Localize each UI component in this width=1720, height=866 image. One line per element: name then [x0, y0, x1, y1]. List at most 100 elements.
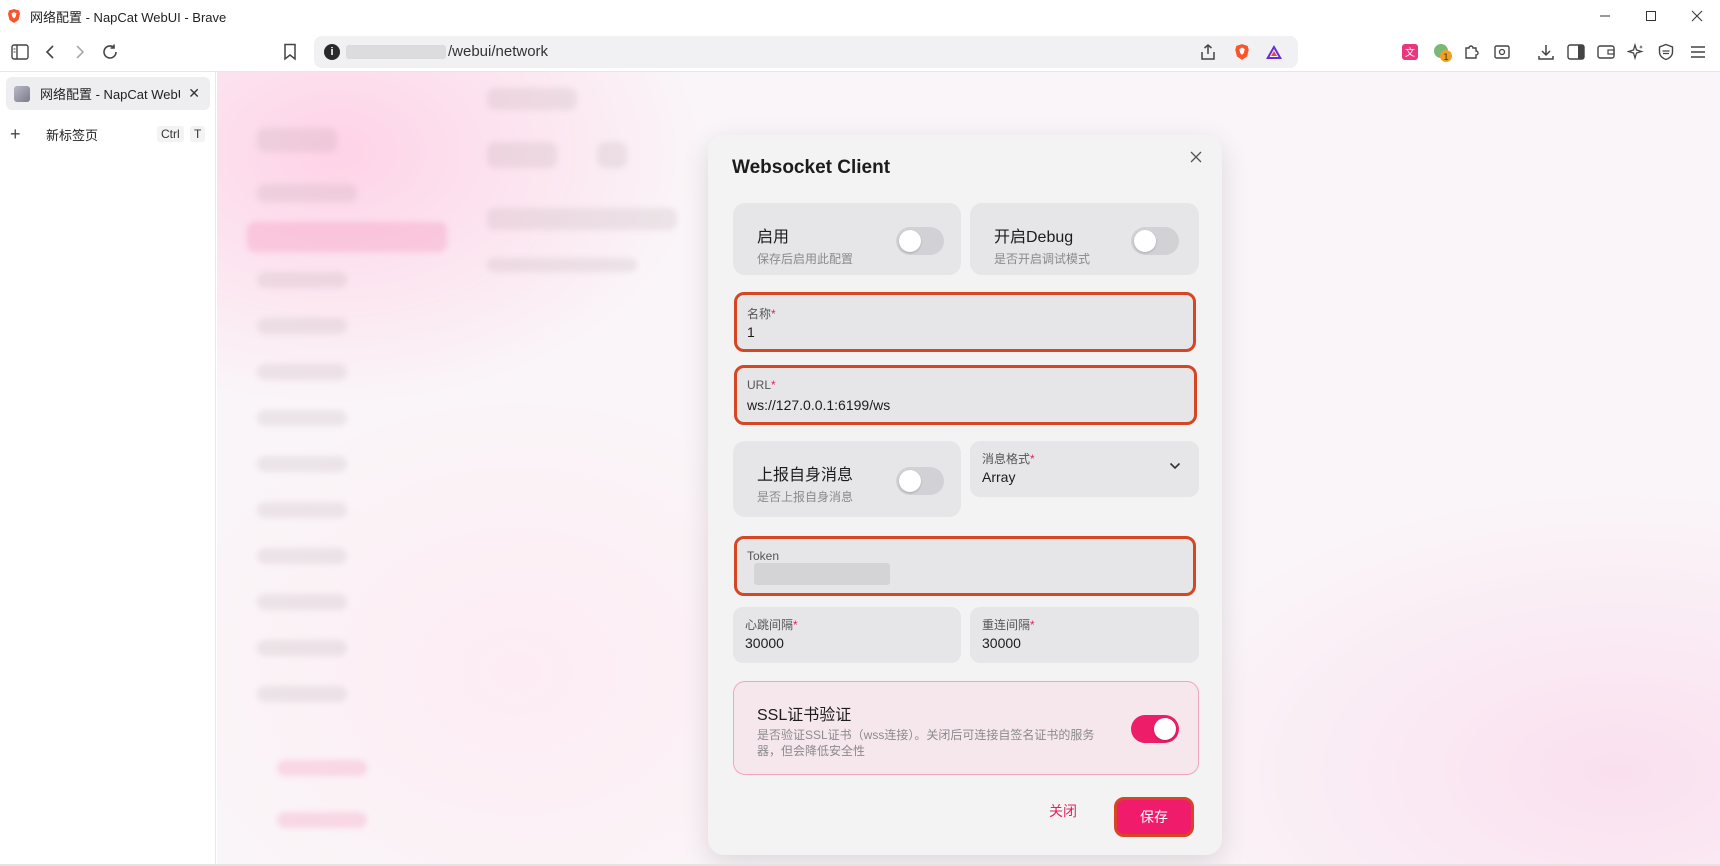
address-bar[interactable]: i /webui/network — [314, 36, 1298, 68]
token-field[interactable]: Token — [734, 536, 1196, 596]
debug-label: 开启Debug — [994, 229, 1074, 246]
reconnect-value: 30000 — [982, 635, 1021, 651]
tab-title: 网络配置 - NapCat WebUI — [40, 87, 180, 102]
heartbeat-label: 心跳间隔* — [745, 618, 798, 632]
message-format-select[interactable]: 消息格式* Array — [970, 441, 1199, 497]
tab-napcat-webui[interactable]: 网络配置 - NapCat WebUI ✕ — [6, 77, 210, 110]
debug-card: 开启Debug 是否开启调试模式 — [970, 203, 1199, 275]
downloads-button[interactable] — [1534, 40, 1558, 64]
panel-icon — [1567, 44, 1585, 60]
rewards-triangle-icon — [1266, 45, 1282, 59]
debug-desc: 是否开启调试模式 — [994, 252, 1091, 266]
bookmark-button[interactable] — [278, 40, 302, 64]
message-format-value: Array — [982, 469, 1016, 485]
name-field[interactable]: 名称* 1 — [734, 292, 1196, 352]
reload-icon — [103, 44, 117, 59]
ghost-nav-5 — [257, 410, 347, 426]
brave-logo-icon — [8, 9, 20, 23]
back-button[interactable] — [38, 40, 62, 64]
enable-card: 启用 保存后启用此配置 — [733, 203, 961, 275]
report-self-toggle[interactable] — [896, 467, 944, 495]
share-icon — [1201, 44, 1215, 60]
cancel-button[interactable]: 关闭 — [1038, 795, 1088, 827]
reader-mode-button[interactable] — [1490, 40, 1514, 64]
heartbeat-value: 30000 — [745, 635, 784, 651]
ghost-nav-6 — [257, 456, 347, 472]
extension-badge-count: 1 — [1443, 53, 1449, 62]
ghost-nav-8 — [257, 548, 347, 564]
debug-toggle[interactable] — [1131, 227, 1179, 255]
main-menu-button[interactable] — [1686, 40, 1710, 64]
ghost-nav-13 — [277, 812, 367, 828]
ssl-label: SSL证书验证 — [757, 707, 852, 724]
ghost-nav-active — [247, 222, 447, 252]
message-format-label: 消息格式* — [982, 452, 1035, 466]
maximize-icon — [1646, 11, 1656, 21]
forward-button[interactable] — [68, 40, 92, 64]
share-button[interactable] — [1196, 40, 1220, 64]
ghost-button-1 — [487, 142, 557, 168]
enable-label: 启用 — [757, 229, 790, 246]
translate-extension-button[interactable]: 文 — [1398, 40, 1422, 64]
url-field[interactable]: URL* ws://127.0.0.1:6199/ws — [734, 365, 1197, 425]
close-window-button[interactable] — [1674, 0, 1720, 32]
url-field-label: URL* — [747, 378, 776, 392]
vpn-button[interactable] — [1654, 40, 1678, 64]
new-tab-button[interactable]: + 新标签页 Ctrl T — [10, 122, 210, 146]
ssl-toggle[interactable] — [1131, 715, 1179, 743]
report-self-desc: 是否上报自身消息 — [757, 490, 854, 504]
ghost-nav-2 — [257, 272, 347, 288]
leo-ai-button[interactable] — [1624, 40, 1648, 64]
wallet-icon — [1597, 45, 1615, 59]
shield-icon — [1658, 43, 1674, 61]
extension-with-badge-button[interactable]: 1 — [1430, 40, 1454, 64]
url-field-value: ws://127.0.0.1:6199/ws — [747, 397, 891, 413]
reload-button[interactable] — [98, 40, 122, 64]
report-self-card: 上报自身消息 是否上报自身消息 — [733, 441, 961, 517]
site-info-icon[interactable]: i — [324, 44, 340, 60]
sidebar-toggle-button[interactable] — [8, 40, 32, 64]
sidebar-icon — [11, 44, 29, 60]
ghost-nav-9 — [257, 594, 347, 610]
close-icon — [1691, 10, 1703, 22]
maximize-button[interactable] — [1628, 0, 1674, 32]
vertical-tab-sidebar: 网络配置 - NapCat WebUI ✕ + 新标签页 Ctrl T — [0, 72, 216, 866]
url-path: /webui/network — [448, 43, 549, 60]
websocket-client-dialog: Websocket Client 启用 保存后启用此配置 开启Debug 是否开… — [708, 135, 1222, 855]
dialog-close-button[interactable] — [1186, 147, 1206, 167]
dialog-title: Websocket Client — [732, 157, 891, 178]
chevron-left-icon — [45, 45, 54, 59]
enable-toggle[interactable] — [896, 227, 944, 255]
reconnect-interval-field[interactable]: 重连间隔* 30000 — [970, 607, 1199, 663]
brave-shields-button[interactable] — [1230, 40, 1254, 64]
ghost-nav-12 — [277, 760, 367, 776]
save-button[interactable]: 保存 — [1114, 797, 1194, 837]
blurred-host — [346, 45, 446, 59]
shortcut-t: T — [190, 126, 206, 142]
ghost-tabs — [487, 208, 677, 230]
minimize-button[interactable] — [1582, 0, 1628, 32]
window-title-bar: 网络配置 - NapCat WebUI - Brave — [0, 0, 1720, 32]
browser-toolbar: i /webui/network 文 1 — [0, 32, 1720, 72]
name-field-label: 名称* — [747, 307, 776, 321]
heartbeat-interval-field[interactable]: 心跳间隔* 30000 — [733, 607, 961, 663]
token-blurred-value — [754, 563, 890, 585]
wallet-button[interactable] — [1594, 40, 1618, 64]
brave-rewards-button[interactable] — [1262, 40, 1286, 64]
reconnect-label: 重连间隔* — [982, 618, 1035, 632]
sidebar-panel-button[interactable] — [1564, 40, 1588, 64]
extensions-button[interactable] — [1460, 40, 1484, 64]
chevron-right-icon — [76, 45, 85, 59]
ssl-verify-card: SSL证书验证 是否验证SSL证书（wss连接）。关闭后可连接自签名证书的服务器… — [733, 681, 1199, 775]
report-self-label: 上报自身消息 — [757, 467, 854, 484]
minimize-icon — [1600, 15, 1610, 17]
sparkle-icon — [1627, 43, 1644, 61]
download-icon — [1538, 45, 1554, 60]
translate-icon: 文 — [1402, 44, 1418, 60]
reader-search-icon — [1494, 45, 1510, 59]
window-title: 网络配置 - NapCat WebUI - Brave — [30, 9, 227, 25]
ghost-nav-11 — [257, 686, 347, 702]
tab-close-icon[interactable]: ✕ — [188, 85, 200, 102]
ghost-nav-10 — [257, 640, 347, 656]
plus-icon: + — [10, 123, 21, 144]
